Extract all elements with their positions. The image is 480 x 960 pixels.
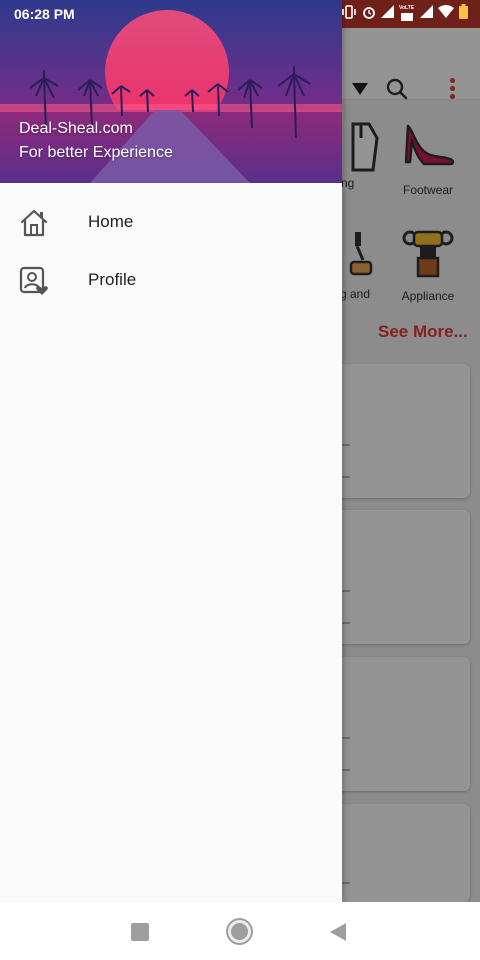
vibrate-icon [341,4,357,24]
drawer-menu: Home Profile [0,193,342,309]
system-nav-bar [0,902,480,960]
menu-item-home[interactable]: Home [0,193,342,251]
navigation-drawer: Deal-Sheal.com For better Experience Hom… [0,0,342,902]
home-circle-icon[interactable] [228,920,251,943]
signal-icon-2 [420,5,433,23]
volte-icon: VoLTE [399,5,415,22]
alarm-icon [362,5,376,24]
wifi-icon [438,5,454,23]
header-subtitle: For better Experience [19,144,173,161]
status-bar: 06:28 PM VoLTE [0,0,480,28]
status-time: 06:28 PM [14,6,75,22]
header-title: Deal-Sheal.com [19,120,133,137]
status-icons: VoLTE [341,4,468,24]
profile-icon [19,266,48,295]
signal-icon [381,5,394,23]
menu-item-label: Profile [88,270,137,289]
battery-icon [459,4,468,24]
menu-item-profile[interactable]: Profile [0,251,342,309]
recent-apps-icon[interactable] [131,923,149,941]
home-icon [20,209,48,237]
back-triangle-icon[interactable] [330,923,346,941]
menu-item-label: Home [88,212,134,231]
